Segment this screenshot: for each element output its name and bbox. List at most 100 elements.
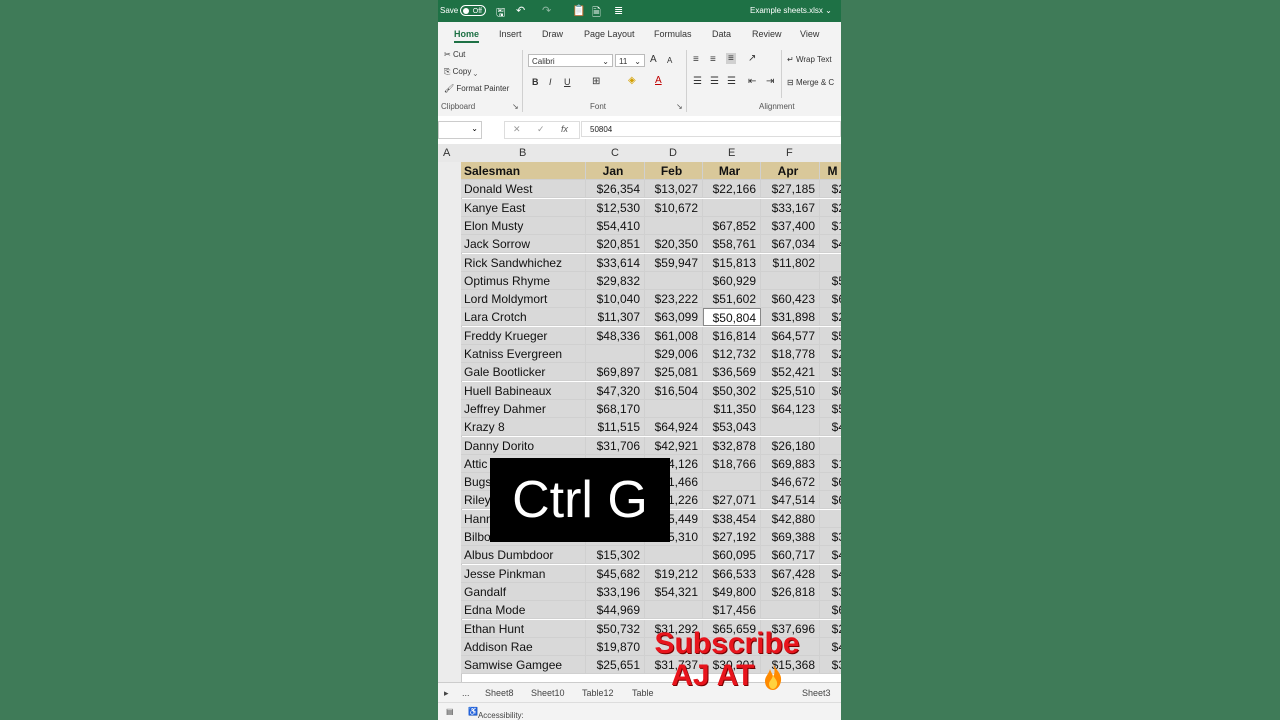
sales-cell[interactable]: $50,804 xyxy=(703,308,761,327)
salesman-cell[interactable]: Danny Dorito xyxy=(461,436,586,455)
sales-cell[interactable]: $17,456 xyxy=(703,601,761,620)
sales-cell[interactable]: $27,192 xyxy=(703,528,761,546)
sales-cell[interactable]: $6 xyxy=(820,473,841,492)
document-icon[interactable]: 🗎 xyxy=(592,4,601,23)
sales-cell[interactable] xyxy=(645,601,703,620)
sales-cell[interactable]: $69,883 xyxy=(761,454,820,473)
formula-input[interactable]: 50804 xyxy=(581,121,841,137)
sales-cell[interactable]: $18,778 xyxy=(761,345,820,363)
sales-cell[interactable]: $5 xyxy=(820,399,841,418)
column-header-d[interactable]: D xyxy=(669,147,677,159)
sales-cell[interactable] xyxy=(820,509,841,528)
sales-cell[interactable]: $25,651 xyxy=(586,656,645,675)
sales-cell[interactable]: $49,800 xyxy=(703,582,761,601)
sales-cell[interactable]: $50,732 xyxy=(586,619,645,638)
sales-cell[interactable]: $26,354 xyxy=(586,180,645,199)
sales-cell[interactable]: $2 xyxy=(820,308,841,327)
file-name[interactable]: Example sheets.xlsx ⌄ xyxy=(750,6,832,15)
borders-icon[interactable]: ⊞ xyxy=(592,76,600,87)
format-painter-button[interactable]: 🖌 Format Painter xyxy=(444,84,509,93)
sales-cell[interactable]: $36,569 xyxy=(703,363,761,382)
column-header-f[interactable]: F xyxy=(786,147,793,159)
enter-icon[interactable]: ✓ xyxy=(537,124,545,135)
salesman-cell[interactable]: Lara Crotch xyxy=(461,308,586,327)
tab-review[interactable]: Review xyxy=(752,29,782,39)
sales-cell[interactable]: $48,336 xyxy=(586,326,645,345)
tab-formulas[interactable]: Formulas xyxy=(654,29,692,39)
header-cell[interactable]: Jan xyxy=(586,162,645,180)
sales-cell[interactable]: $27,185 xyxy=(761,180,820,199)
sales-cell[interactable]: $6 xyxy=(820,290,841,309)
sales-cell[interactable]: $25,510 xyxy=(761,381,820,400)
sheet-tab-table12[interactable]: Table12 xyxy=(582,688,614,698)
sales-cell[interactable]: $33,196 xyxy=(586,582,645,601)
sales-cell[interactable]: $46,672 xyxy=(761,473,820,492)
sales-cell[interactable] xyxy=(761,601,820,620)
sales-cell[interactable]: $47,514 xyxy=(761,491,820,510)
undo-icon[interactable]: ↶ xyxy=(516,4,525,17)
sales-cell[interactable]: $42,880 xyxy=(761,509,820,528)
align-top-icon[interactable]: ≡ xyxy=(693,54,699,65)
align-bottom-icon[interactable]: ≡ xyxy=(726,53,736,64)
sales-cell[interactable]: $64,123 xyxy=(761,399,820,418)
sales-cell[interactable] xyxy=(820,436,841,455)
sales-cell[interactable]: $33,614 xyxy=(586,253,645,272)
tab-data[interactable]: Data xyxy=(712,29,731,39)
sales-cell[interactable]: $66,533 xyxy=(703,564,761,583)
font-color-icon[interactable]: A xyxy=(655,75,662,86)
column-header-a[interactable]: A xyxy=(443,147,450,159)
sales-cell[interactable]: $59,947 xyxy=(645,253,703,272)
sales-cell[interactable]: $33,167 xyxy=(761,198,820,217)
sales-cell[interactable]: $10,672 xyxy=(645,198,703,217)
salesman-cell[interactable]: Donald West xyxy=(461,180,586,199)
salesman-cell[interactable]: Addison Rae xyxy=(461,637,586,656)
align-middle-icon[interactable]: ≡ xyxy=(710,54,716,65)
salesman-cell[interactable]: Lord Moldymort xyxy=(461,290,586,309)
sales-cell[interactable]: $53,043 xyxy=(703,418,761,437)
tab-home[interactable]: Home xyxy=(454,29,480,43)
sales-cell[interactable]: $52,421 xyxy=(761,363,820,382)
salesman-cell[interactable]: Jesse Pinkman xyxy=(461,564,586,583)
salesman-cell[interactable]: Kanye East xyxy=(461,198,586,217)
orientation-icon[interactable]: ↗ xyxy=(748,53,756,64)
clipboard-launcher-icon[interactable]: ↘ xyxy=(512,102,519,111)
sales-cell[interactable]: $5 xyxy=(820,363,841,382)
sales-cell[interactable]: $45,682 xyxy=(586,564,645,583)
sales-cell[interactable]: $18,766 xyxy=(703,454,761,473)
sales-cell[interactable]: $11,350 xyxy=(703,399,761,418)
sales-cell[interactable]: $69,897 xyxy=(586,363,645,382)
sales-cell[interactable]: $54,410 xyxy=(586,216,645,235)
sales-cell[interactable]: $19,870 xyxy=(586,637,645,656)
sales-cell[interactable]: $4 xyxy=(820,546,841,565)
save-icon[interactable]: 🖫 xyxy=(496,4,505,23)
sales-cell[interactable]: $29,006 xyxy=(645,345,703,363)
font-launcher-icon[interactable]: ↘ xyxy=(676,102,683,111)
sales-cell[interactable]: $64,577 xyxy=(761,326,820,345)
sales-cell[interactable]: $68,170 xyxy=(586,399,645,418)
tab-insert[interactable]: Insert xyxy=(499,29,522,39)
scroll-sheets-icon[interactable]: ▸ xyxy=(444,688,449,699)
sales-cell[interactable] xyxy=(586,345,645,363)
salesman-cell[interactable]: Jeffrey Dahmer xyxy=(461,399,586,418)
sales-cell[interactable]: $3 xyxy=(820,528,841,546)
sales-cell[interactable]: $42,921 xyxy=(645,436,703,455)
tab-page-layout[interactable]: Page Layout xyxy=(584,29,635,39)
underline-button[interactable]: U xyxy=(564,77,571,87)
sales-cell[interactable]: $32,878 xyxy=(703,436,761,455)
sales-cell[interactable]: $2 xyxy=(820,180,841,199)
sales-cell[interactable]: $3 xyxy=(820,656,841,675)
name-box[interactable]: ⌄ xyxy=(438,121,482,139)
header-cell[interactable]: M xyxy=(820,162,841,180)
salesman-cell[interactable]: Freddy Krueger xyxy=(461,326,586,345)
sales-cell[interactable]: $60,423 xyxy=(761,290,820,309)
customize-toolbar-icon[interactable]: ≣ xyxy=(614,4,623,17)
sales-cell[interactable]: $27,071 xyxy=(703,491,761,510)
sales-cell[interactable]: $15,813 xyxy=(703,253,761,272)
cut-button[interactable]: ✂ Cut xyxy=(444,50,465,59)
italic-button[interactable]: I xyxy=(549,77,552,87)
copy-button[interactable]: ⎘ Copy ⌄ xyxy=(444,67,477,77)
sales-cell[interactable]: $38,454 xyxy=(703,509,761,528)
tab-view[interactable]: View xyxy=(800,29,819,39)
column-header-e[interactable]: E xyxy=(728,147,735,159)
salesman-cell[interactable]: Albus Dumbdoor xyxy=(461,546,586,565)
